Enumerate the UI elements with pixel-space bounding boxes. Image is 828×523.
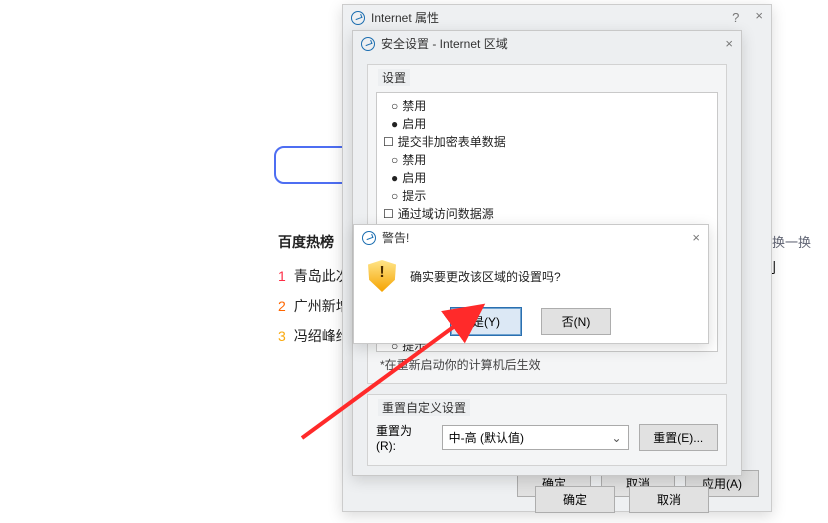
hot-item[interactable]: 3冯绍峰给 (278, 326, 350, 346)
warning-message: 确实要更改该区域的设置吗? (410, 268, 561, 285)
cancel-button[interactable]: 取消 (629, 486, 709, 513)
hot-item[interactable]: 2广州新增 (278, 296, 350, 316)
hot-item[interactable]: 1青岛此次 (278, 266, 350, 286)
close-icon[interactable]: × (692, 232, 700, 244)
ok-button[interactable]: 确定 (535, 486, 615, 513)
titlebar[interactable]: 警告! × (354, 225, 708, 250)
hot-title: 百度热榜 (278, 232, 350, 252)
reset-group: 重置自定义设置 重置为(R): 中-高 (默认值) 重置(E)... (367, 394, 727, 466)
warning-shield-icon (368, 260, 396, 292)
dialog-button-row: 确定 取消 (367, 476, 727, 513)
reset-button[interactable]: 重置(E)... (639, 424, 719, 451)
warning-dialog: 警告! × 确实要更改该区域的设置吗? 是(Y) 否(N) (353, 224, 709, 344)
ie-icon (351, 11, 365, 25)
no-button[interactable]: 否(N) (541, 308, 611, 335)
reset-to-label: 重置为(R): (376, 422, 432, 453)
group-label: 设置 (378, 69, 410, 86)
close-icon[interactable]: × (725, 38, 733, 50)
restart-note: *在重新启动你的计算机后生效 (380, 356, 718, 373)
group-label: 重置自定义设置 (378, 399, 470, 416)
ie-icon (361, 37, 375, 51)
yes-button[interactable]: 是(Y) (451, 308, 521, 335)
window-title: 安全设置 - Internet 区域 (381, 35, 508, 52)
ie-icon (362, 231, 376, 245)
window-title: Internet 属性 (371, 9, 439, 26)
option-radio[interactable]: 禁用 (391, 151, 711, 169)
option-radio[interactable]: 禁用 (391, 97, 711, 115)
reset-level-combobox[interactable]: 中-高 (默认值) (442, 425, 629, 450)
option-group: 通过域访问数据源 (383, 205, 711, 223)
option-radio[interactable]: 启用 (391, 115, 711, 133)
option-radio[interactable]: 提示 (391, 187, 711, 205)
option-group: 提交非加密表单数据 (383, 133, 711, 151)
close-icon[interactable]: × (755, 10, 763, 25)
option-radio[interactable]: 启用 (391, 169, 711, 187)
titlebar[interactable]: 安全设置 - Internet 区域 × (353, 31, 741, 56)
hot-list: 百度热榜 1青岛此次 2广州新增 3冯绍峰给 (278, 232, 350, 356)
window-title: 警告! (382, 229, 409, 246)
titlebar[interactable]: Internet 属性 ? × (343, 5, 771, 30)
help-button[interactable]: ? (732, 10, 739, 25)
